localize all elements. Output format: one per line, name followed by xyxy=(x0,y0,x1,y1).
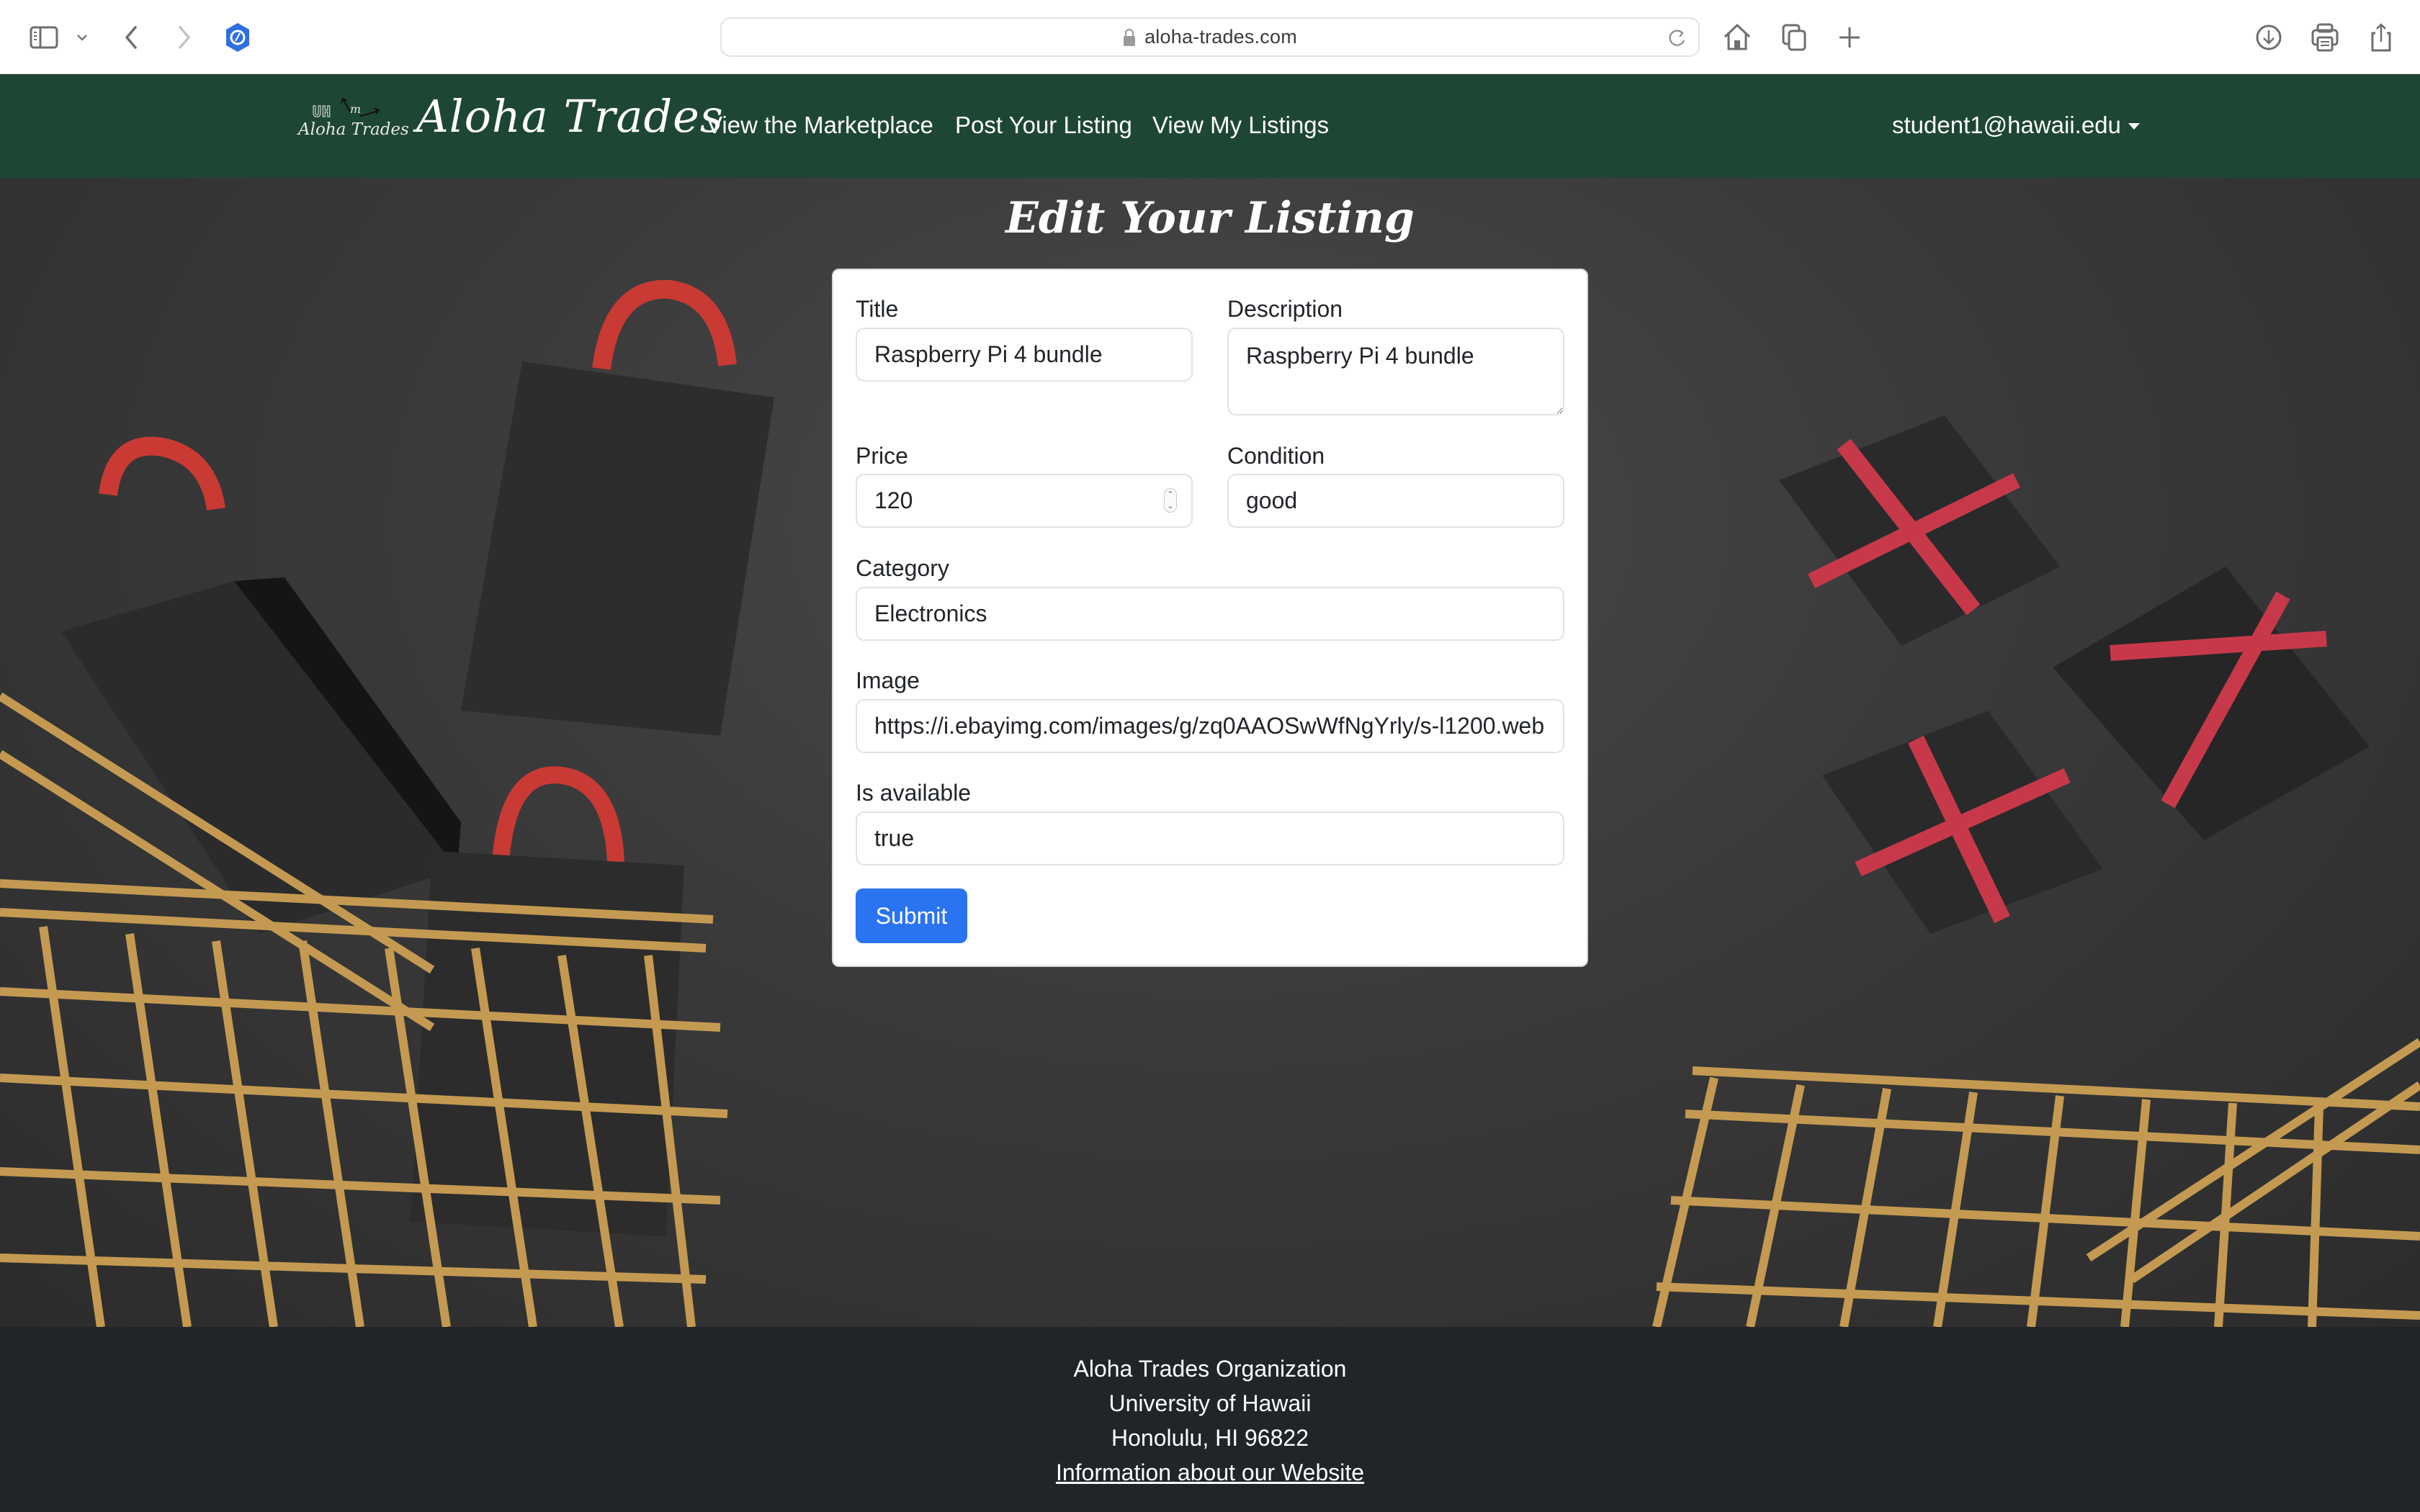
back-arrow-icon[interactable] xyxy=(117,22,148,53)
gift-box-3 xyxy=(1822,711,2103,934)
user-dropdown[interactable]: student1@hawaii.edu xyxy=(1892,112,2140,139)
plus-icon[interactable] xyxy=(1834,22,1865,53)
sidebar-icon[interactable] xyxy=(29,22,60,53)
printer-icon[interactable] xyxy=(2309,22,2341,53)
is-available-label: Is available xyxy=(856,780,972,806)
logo-uh-badge: UH xyxy=(312,102,332,120)
footer-org-name: Aloha Trades Organization xyxy=(1073,1356,1347,1382)
share-icon[interactable] xyxy=(2365,22,2397,53)
submit-button[interactable]: Submit xyxy=(856,888,967,943)
logo-text: Aloha Trades xyxy=(298,120,409,139)
nav-link-marketplace[interactable]: View the Marketplace xyxy=(707,112,933,139)
caret-down-icon xyxy=(2128,122,2140,130)
user-email: student1@hawaii.edu xyxy=(1892,112,2121,138)
gift-box-1 xyxy=(1779,415,2060,646)
footer-address: Honolulu, HI 96822 xyxy=(1111,1425,1309,1451)
footer: Aloha Trades Organization University of … xyxy=(0,1327,2420,1512)
shopping-bag-2 xyxy=(461,279,774,736)
description-label: Description xyxy=(1227,296,1343,322)
condition-label: Condition xyxy=(1227,443,1325,469)
logo-arrow-icon: m xyxy=(341,97,380,117)
category-label: Category xyxy=(856,555,949,581)
footer-university: University of Hawaii xyxy=(1108,1390,1312,1416)
shopping-cart-right xyxy=(1652,1038,2420,1327)
url-text: aloha-trades.com xyxy=(1144,26,1297,48)
price-field: ⌃⌄ xyxy=(856,474,1193,528)
brand-logo[interactable]: UH m Aloha Trades xyxy=(295,96,409,146)
browser-toolbar: aloha-trades.com xyxy=(0,0,2420,74)
price-label: Price xyxy=(856,443,908,469)
gift-box-2 xyxy=(2053,567,2370,840)
page-title: Edit Your Listing xyxy=(1005,193,1415,243)
chevron-down-icon[interactable] xyxy=(72,22,92,53)
nav-link-post-listing[interactable]: Post Your Listing xyxy=(955,112,1132,139)
image-label: Image xyxy=(856,667,920,693)
price-input[interactable] xyxy=(856,474,1193,528)
description-textarea[interactable]: Raspberry Pi 4 bundle xyxy=(1227,328,1564,415)
footer-info-link[interactable]: Information about our Website xyxy=(1056,1459,1364,1485)
title-input[interactable] xyxy=(856,328,1193,382)
condition-input[interactable] xyxy=(1227,474,1564,528)
forward-arrow-icon[interactable] xyxy=(167,22,199,53)
edit-listing-form: Title Description Raspberry Pi 4 bundle … xyxy=(832,269,1588,967)
shield-icon[interactable] xyxy=(222,22,254,53)
navbar: UH m Aloha Trades Aloha Trades View the … xyxy=(0,74,2420,178)
address-bar[interactable]: aloha-trades.com xyxy=(720,17,1700,57)
brand-title[interactable]: Aloha Trades xyxy=(416,90,724,143)
nav-link-my-listings[interactable]: View My Listings xyxy=(1152,112,1329,139)
tabs-icon[interactable] xyxy=(1779,22,1811,53)
download-icon[interactable] xyxy=(2253,22,2285,53)
image-url-input[interactable] xyxy=(856,699,1564,753)
home-icon[interactable] xyxy=(1721,22,1753,53)
reload-icon[interactable] xyxy=(1665,26,1688,50)
category-input[interactable] xyxy=(856,587,1564,641)
svg-text:m: m xyxy=(350,102,361,116)
number-stepper-icon[interactable]: ⌃ ⌄ xyxy=(1164,488,1177,513)
is-available-input[interactable] xyxy=(856,811,1564,865)
lock-icon xyxy=(1123,28,1136,47)
title-label: Title xyxy=(856,296,899,322)
